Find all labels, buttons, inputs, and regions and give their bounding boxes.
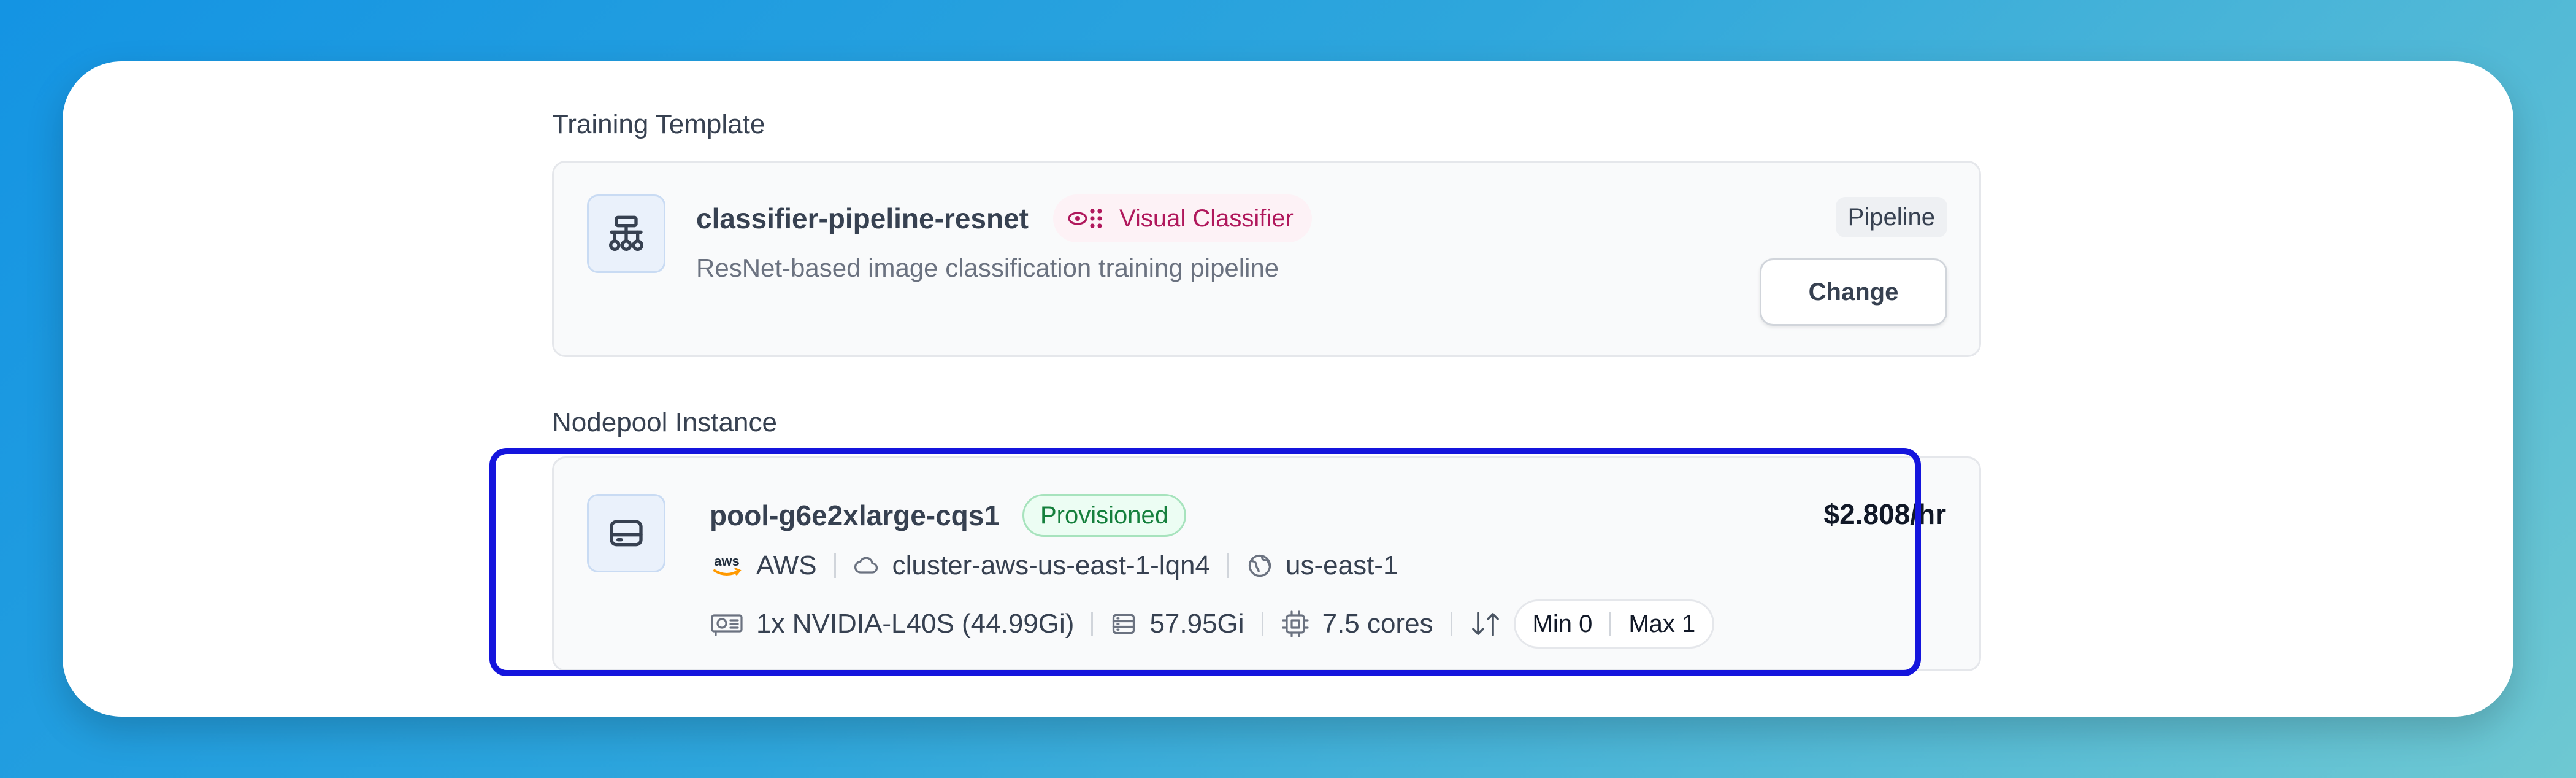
globe-icon — [1246, 552, 1273, 579]
nodepool-instance-panel[interactable]: pool-g6e2xlarge-cqs1 Provisioned $2.808/… — [552, 456, 1981, 671]
provisioned-badge: Provisioned — [1022, 494, 1187, 537]
autoscale-max: Max 1 — [1628, 610, 1696, 637]
pipeline-badge: Pipeline — [1835, 197, 1947, 237]
nodepool-instance-label: Nodepool Instance — [552, 407, 777, 437]
visual-classifier-label: Visual Classifier — [1119, 204, 1294, 232]
divider — [1609, 612, 1612, 636]
cpu-icon — [1281, 609, 1310, 639]
gpu-icon — [710, 610, 744, 637]
memory-icon — [1110, 610, 1137, 637]
cloud-icon — [853, 552, 880, 579]
autoscale-arrows-icon — [1470, 609, 1501, 639]
divider — [1091, 612, 1094, 636]
visual-classifier-icon — [1068, 206, 1108, 231]
cluster-name: cluster-aws-us-east-1-lqn4 — [892, 550, 1210, 580]
divider — [1227, 553, 1229, 578]
visual-classifier-tag: Visual Classifier — [1053, 194, 1312, 242]
autoscale-min: Min 0 — [1532, 610, 1593, 637]
drive-icon — [587, 494, 665, 572]
provider-name: AWS — [756, 550, 817, 580]
change-button[interactable]: Change — [1760, 258, 1947, 326]
gpu-spec: 1x NVIDIA-L40S (44.99Gi) — [756, 609, 1075, 639]
autoscale-range: Min 0 Max 1 — [1513, 599, 1715, 649]
training-template-label: Training Template — [552, 109, 765, 139]
divider — [834, 553, 836, 578]
divider — [1450, 612, 1452, 636]
nodepool-price: $2.808/hr — [1823, 498, 1946, 530]
pipeline-icon — [587, 194, 665, 273]
divider — [1261, 612, 1263, 636]
training-template-panel[interactable]: classifier-pipeline-resnet Visual Classi… — [552, 161, 1981, 357]
nodepool-name: pool-g6e2xlarge-cqs1 — [710, 499, 1000, 531]
template-description: ResNet-based image classification traini… — [696, 253, 1279, 282]
nodepool-specs-row: 1x NVIDIA-L40S (44.99Gi) 57.95Gi 7.5 cor… — [710, 599, 1715, 649]
aws-logo-icon: aws — [710, 552, 744, 579]
svg-text:aws: aws — [714, 553, 740, 569]
memory-spec: 57.95Gi — [1149, 609, 1244, 639]
region-name: us-east-1 — [1286, 550, 1398, 580]
content-card: Training Template classifier-pipeline-re… — [63, 61, 2513, 717]
nodepool-location-row: aws AWS cluster-aws-us-east-1-lqn4 us-ea… — [710, 550, 1398, 581]
template-name: classifier-pipeline-resnet — [696, 202, 1029, 234]
cpu-spec: 7.5 cores — [1322, 609, 1433, 639]
